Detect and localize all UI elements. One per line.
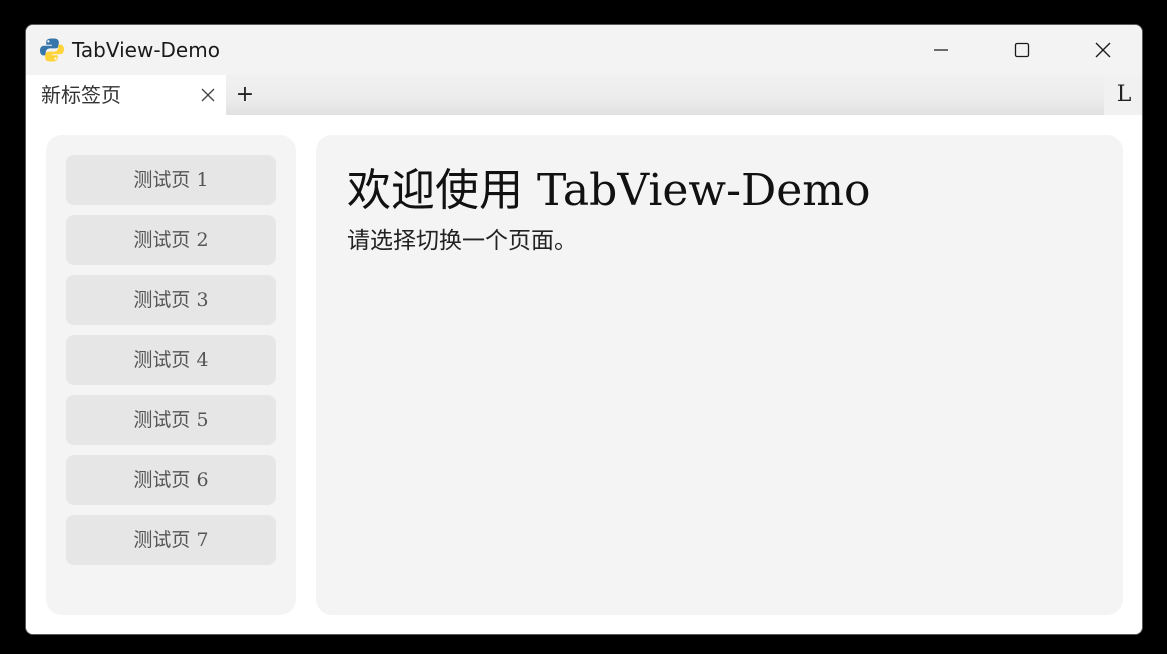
maximize-icon bbox=[1014, 42, 1030, 58]
tab-new[interactable]: 新标签页 bbox=[26, 75, 226, 115]
sidebar-item-test-page-2[interactable]: 测试页 2 bbox=[66, 215, 276, 265]
close-window-button[interactable] bbox=[1063, 25, 1142, 75]
minimize-icon bbox=[934, 49, 948, 51]
tab-bar: 新标签页 + L bbox=[26, 75, 1142, 115]
sidebar-item-test-page-3[interactable]: 测试页 3 bbox=[66, 275, 276, 325]
python-icon bbox=[40, 38, 64, 62]
sidebar-item-test-page-6[interactable]: 测试页 6 bbox=[66, 455, 276, 505]
window-title: TabView-Demo bbox=[72, 38, 220, 62]
add-tab-button[interactable]: + bbox=[232, 81, 258, 109]
maximize-button[interactable] bbox=[982, 25, 1062, 75]
tab-label: 新标签页 bbox=[41, 83, 121, 107]
main-panel: 欢迎使用 TabView-Demo 请选择切换一个页面。 bbox=[316, 135, 1123, 615]
sidebar: 测试页 1 测试页 2 测试页 3 测试页 4 测试页 5 测试页 6 测试页 … bbox=[46, 135, 296, 615]
welcome-title: 欢迎使用 TabView-Demo bbox=[347, 165, 871, 216]
close-icon bbox=[1095, 42, 1111, 58]
welcome-subtitle: 请选择切换一个页面。 bbox=[347, 228, 577, 254]
tab-content: 测试页 1 测试页 2 测试页 3 测试页 4 测试页 5 测试页 6 测试页 … bbox=[26, 115, 1142, 634]
sidebar-item-test-page-1[interactable]: 测试页 1 bbox=[66, 155, 276, 205]
tab-bar-right-button[interactable]: L bbox=[1104, 75, 1142, 115]
sidebar-item-test-page-5[interactable]: 测试页 5 bbox=[66, 395, 276, 445]
tab-close-icon[interactable] bbox=[200, 87, 216, 103]
title-bar[interactable]: TabView-Demo bbox=[26, 25, 1142, 75]
minimize-button[interactable] bbox=[901, 25, 981, 75]
sidebar-item-test-page-4[interactable]: 测试页 4 bbox=[66, 335, 276, 385]
app-window: TabView-Demo 新标签页 + L 测试页 1 测试页 2 测试页 3 … bbox=[25, 24, 1143, 635]
sidebar-item-test-page-7[interactable]: 测试页 7 bbox=[66, 515, 276, 565]
